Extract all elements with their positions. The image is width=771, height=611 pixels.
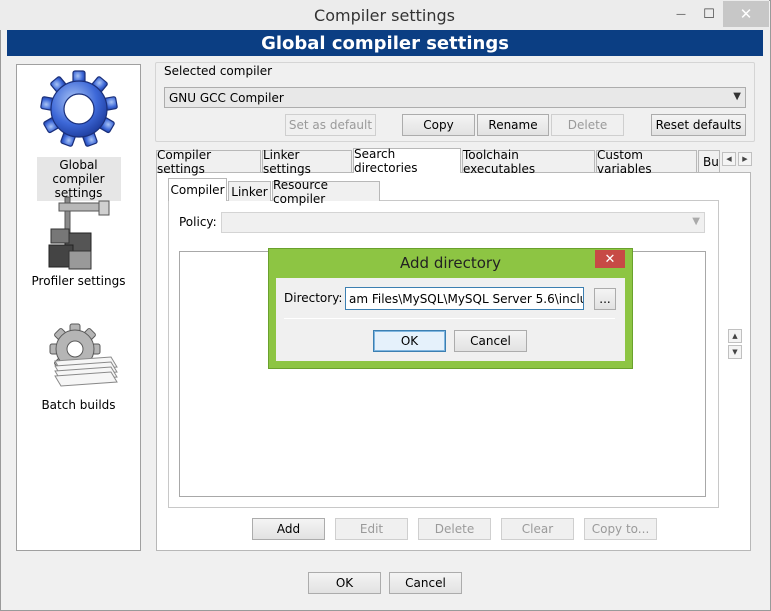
arrow-left-icon: ◀ [726,155,732,163]
page-title: Global compiler settings [261,32,509,54]
arrow-down-icon: ▼ [732,348,738,356]
chevron-down-icon: ▼ [692,216,700,227]
rename-compiler-button[interactable]: Rename [477,114,549,136]
maximize-button[interactable]: ☐ [695,1,723,27]
sidebar-item-batch-builds[interactable]: Batch builds [17,323,140,413]
minimize-icon: — [676,8,686,20]
dialog-title: Add directory [400,254,501,272]
directory-input-value: am Files\MySQL\MySQL Server 5.6\include [349,291,584,306]
close-icon: ✕ [604,251,616,267]
copy-compiler-button[interactable]: Copy [402,114,475,136]
policy-select[interactable]: ▼ [221,212,705,233]
subtab-linker[interactable]: Linker [228,181,271,201]
sidebar-item-global-compiler[interactable]: Global compiler settings [17,67,140,201]
browse-button[interactable]: ... [594,288,616,310]
subtab-compiler[interactable]: Compiler [168,178,227,201]
tab-scroll-right-button[interactable]: ▶ [738,152,752,166]
sidebar-item-label: Batch builds [41,398,116,412]
directory-label: Directory: [284,291,343,305]
selected-compiler-label: Selected compiler [160,64,277,78]
tab-build-options-partial[interactable]: Bui [698,150,720,172]
window-close-button[interactable]: ✕ [723,1,769,27]
dialog-ok-button[interactable]: OK [373,330,446,352]
move-up-button[interactable]: ▲ [728,329,742,343]
delete-compiler-button[interactable]: Delete [551,114,624,136]
gear-icon [39,70,118,147]
dialog-separator [284,318,615,319]
minimize-button[interactable]: — [667,1,695,27]
sidebar-item-label: Profiler settings [31,274,126,288]
compiler-select[interactable]: GNU GCC Compiler ▼ [164,87,746,108]
tab-linker-settings[interactable]: Linker settings [262,148,352,176]
chevron-down-icon: ▼ [733,91,741,102]
batch-builds-icon [49,323,118,387]
compiler-select-value: GNU GCC Compiler [169,90,284,105]
maximize-icon: ☐ [703,6,715,22]
window-title: Compiler settings [314,5,455,25]
dialog-close-button[interactable]: ✕ [595,250,625,268]
directory-input[interactable]: am Files\MySQL\MySQL Server 5.6\include [345,287,584,310]
move-down-button[interactable]: ▼ [728,345,742,359]
set-as-default-button[interactable]: Set as default [285,114,376,136]
ok-button[interactable]: OK [308,572,381,594]
delete-directory-button[interactable]: Delete [418,518,491,540]
arrow-right-icon: ▶ [742,155,748,163]
edit-directory-button[interactable]: Edit [335,518,408,540]
tab-compiler-settings[interactable]: Compiler settings [156,148,261,176]
close-icon: ✕ [739,5,753,23]
profiler-icon [48,196,109,270]
add-directory-button[interactable]: Add [252,518,325,540]
policy-label: Policy: [179,215,217,229]
copy-to-button[interactable]: Copy to... [584,518,657,540]
clear-directories-button[interactable]: Clear [501,518,574,540]
sidebar-item-profiler[interactable]: Profiler settings [17,193,140,289]
reset-defaults-button[interactable]: Reset defaults [651,114,746,136]
tab-scroll-left-button[interactable]: ◀ [722,152,736,166]
settings-category-list: Global compiler settings Profiler settin… [16,64,141,551]
dialog-cancel-button[interactable]: Cancel [454,330,527,352]
tab-search-directories[interactable]: Search directories [353,147,461,175]
tab-custom-variables[interactable]: Custom variables [596,148,697,176]
window-titlebar: Compiler settings [0,0,769,30]
policy-separator [179,240,706,241]
page-header: Global compiler settings [7,30,763,56]
arrow-up-icon: ▲ [732,332,738,340]
subtab-resource-compiler[interactable]: Resource compiler [272,178,380,206]
cancel-button[interactable]: Cancel [389,572,462,594]
tab-toolchain-executables[interactable]: Toolchain executables [462,148,595,176]
